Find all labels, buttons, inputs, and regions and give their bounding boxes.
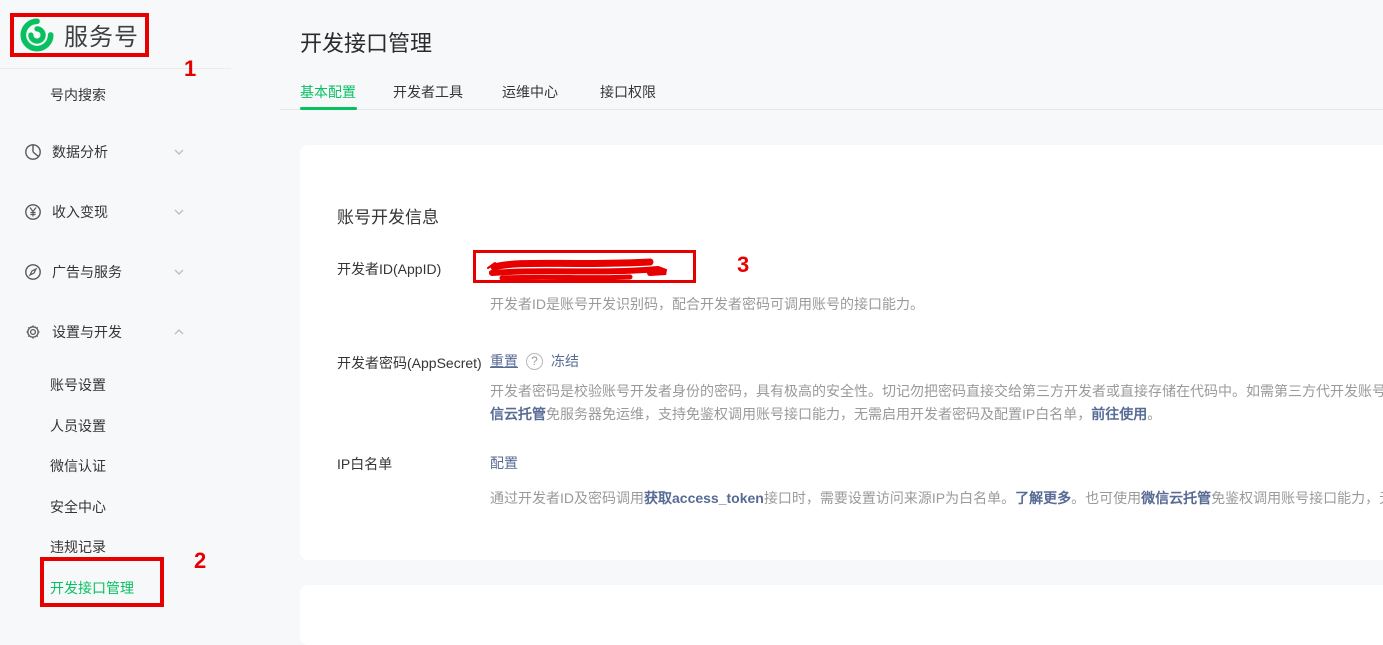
sidebar-item-dev-interface-management[interactable]: 开发接口管理 <box>50 578 134 598</box>
appsecret-actions: 重置 ? 冻结 <box>490 351 579 371</box>
sidebar-divider <box>0 68 231 69</box>
sidebar: 服务号 号内搜索 数据分析 收入变现 广告与服务 <box>0 0 280 598</box>
cloud-hosting-link[interactable]: 信云托管 <box>490 406 546 422</box>
chevron-down-icon <box>172 265 186 279</box>
get-access-token-link[interactable]: 获取access_token <box>644 490 764 506</box>
chevron-up-icon <box>172 325 186 339</box>
pie-chart-icon <box>24 143 42 161</box>
card-heading: 账号开发信息 <box>337 203 439 228</box>
chevron-down-icon <box>172 145 186 159</box>
active-tab-underline <box>300 107 357 110</box>
appsecret-description-line1: 开发者密码是校验账号开发者身份的密码，具有极高的安全性。切记勿把密码直接交给第三… <box>490 381 1383 401</box>
sidebar-group-label: 收入变现 <box>52 202 108 222</box>
account-dev-info-card: 账号开发信息 开发者ID(AppID) 开发者ID是账号开发识别码，配合开发者密… <box>300 145 1383 560</box>
sidebar-item-security-center[interactable]: 安全中心 <box>50 497 106 517</box>
go-use-link[interactable]: 前往使用 <box>1091 406 1147 422</box>
cloud-hosting-link-2[interactable]: 微信云托管 <box>1141 490 1211 506</box>
page-title: 开发接口管理 <box>300 26 432 58</box>
wechat-official-account-logo-icon <box>20 18 54 52</box>
sidebar-group-label: 设置与开发 <box>52 322 122 342</box>
configure-link[interactable]: 配置 <box>490 453 518 473</box>
gear-icon <box>24 323 42 341</box>
sidebar-group-label: 广告与服务 <box>52 262 122 282</box>
sidebar-item-staff-settings[interactable]: 人员设置 <box>50 416 106 436</box>
freeze-link[interactable]: 冻结 <box>551 351 579 371</box>
appsecret-label: 开发者密码(AppSecret) <box>337 352 489 374</box>
sidebar-item-account-settings[interactable]: 账号设置 <box>50 375 106 395</box>
brand[interactable]: 服务号 <box>20 17 139 52</box>
sidebar-group-settings-dev[interactable]: 设置与开发 <box>0 320 230 344</box>
sidebar-group-label: 数据分析 <box>52 142 108 162</box>
help-icon[interactable]: ? <box>526 353 543 370</box>
chevron-down-icon <box>172 205 186 219</box>
ip-whitelist-description: 通过开发者ID及密码调用获取access_token接口时，需要设置访问来源IP… <box>490 488 1383 508</box>
tab-basic-config[interactable]: 基本配置 <box>300 82 356 110</box>
tab-api-permissions[interactable]: 接口权限 <box>600 82 656 110</box>
sidebar-item-violation-records[interactable]: 违规记录 <box>50 537 106 557</box>
sidebar-item-wechat-verification[interactable]: 微信认证 <box>50 456 106 476</box>
brand-name: 服务号 <box>64 17 139 52</box>
compass-icon <box>24 263 42 281</box>
appid-redaction-scribble <box>480 252 690 282</box>
yen-circle-icon <box>24 203 42 221</box>
appid-description: 开发者ID是账号开发识别码，配合开发者密码可调用账号的接口能力。 <box>490 294 924 314</box>
ip-whitelist-label: IP白名单 <box>337 453 489 475</box>
tab-ops-center[interactable]: 运维中心 <box>502 82 558 110</box>
sidebar-item-search[interactable]: 号内搜索 <box>50 85 106 105</box>
sidebar-group-data-analysis[interactable]: 数据分析 <box>0 140 230 164</box>
appid-label: 开发者ID(AppID) <box>337 258 489 280</box>
next-section-card <box>300 585 1383 645</box>
appsecret-description-line2: 信云托管免服务器免运维，支持免鉴权调用账号接口能力，无需启用开发者密码及配置IP… <box>490 404 1161 424</box>
sidebar-group-ads-services[interactable]: 广告与服务 <box>0 260 230 284</box>
learn-more-link[interactable]: 了解更多 <box>1015 490 1071 506</box>
tab-developer-tools[interactable]: 开发者工具 <box>393 82 463 110</box>
reset-link[interactable]: 重置 <box>490 351 518 371</box>
sidebar-group-revenue[interactable]: 收入变现 <box>0 200 230 224</box>
